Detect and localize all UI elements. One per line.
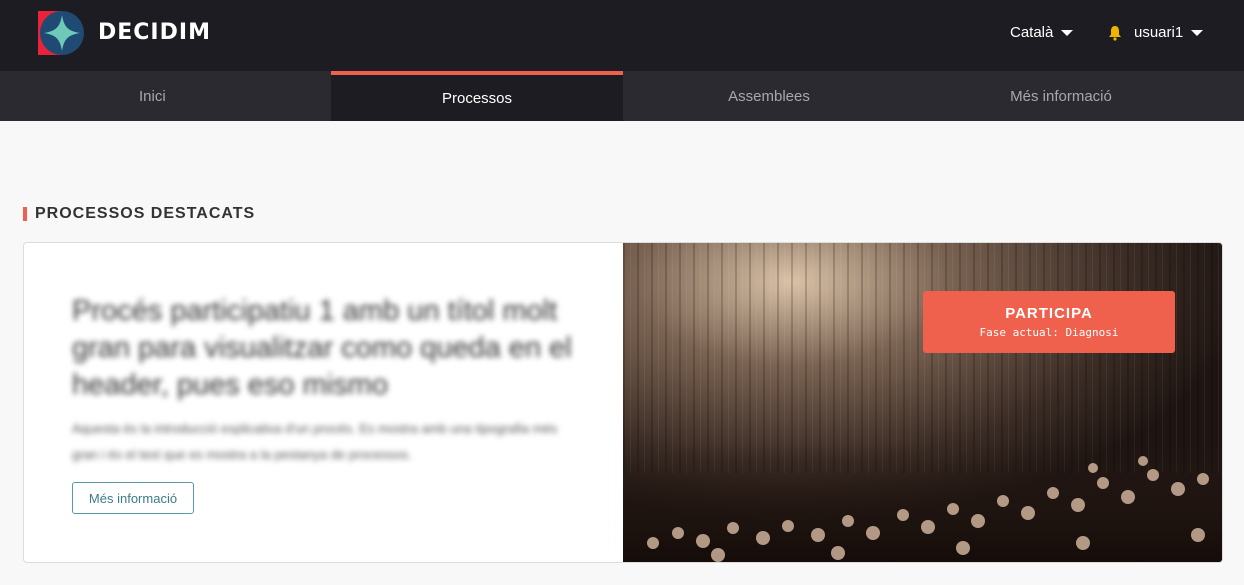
nav-item-inici[interactable]: Inici: [0, 71, 331, 121]
current-phase: Fase actual: Diagnosi: [979, 326, 1119, 339]
language-label: Català: [1010, 24, 1054, 41]
brand-name[interactable]: DECIDIM: [98, 20, 211, 45]
caret-down-icon: [1191, 29, 1204, 36]
top-bar: DECIDIM Català usuari1: [0, 0, 1244, 71]
more-info-button[interactable]: Més informació: [72, 482, 194, 514]
section-accent-bar: [23, 207, 27, 221]
nav-item-assemblees[interactable]: Assemblees: [623, 71, 915, 121]
participate-button[interactable]: PARTICIPA Fase actual: Diagnosi: [923, 291, 1175, 353]
nav-item-label: Processos: [441, 89, 513, 107]
bell-icon[interactable]: [1108, 25, 1122, 41]
nav-item-label: Més informació: [1010, 87, 1112, 105]
process-description: Aquesta és la introducció explicativa d'…: [72, 421, 558, 462]
section-title: PROCESSOS DESTACATS: [35, 205, 256, 222]
language-selector[interactable]: Català: [1010, 24, 1074, 41]
user-name: usuari1: [1134, 24, 1184, 41]
caret-down-icon: [1061, 29, 1074, 36]
main-nav: Inici Processos Assemblees Més informaci…: [0, 71, 1244, 121]
process-info: Procés participatiu 1 amb un títol molt …: [24, 243, 624, 562]
nav-item-processos[interactable]: Processos: [331, 71, 623, 121]
participate-label: PARTICIPA: [1005, 305, 1093, 322]
nav-item-label: Assemblees: [728, 87, 810, 105]
process-hero: PARTICIPA Fase actual: Diagnosi: [623, 243, 1222, 562]
decidim-logo-icon[interactable]: [38, 11, 84, 55]
highlighted-process-card: Procés participatiu 1 amb un títol molt …: [23, 242, 1223, 563]
process-title[interactable]: Procés participatiu 1 amb un títol molt …: [72, 293, 572, 404]
user-menu[interactable]: usuari1: [1134, 24, 1204, 41]
nav-item-mes-informacio[interactable]: Més informació: [915, 71, 1207, 121]
section-heading: PROCESSOS DESTACATS: [23, 205, 255, 223]
nav-item-label: Inici: [139, 87, 166, 105]
